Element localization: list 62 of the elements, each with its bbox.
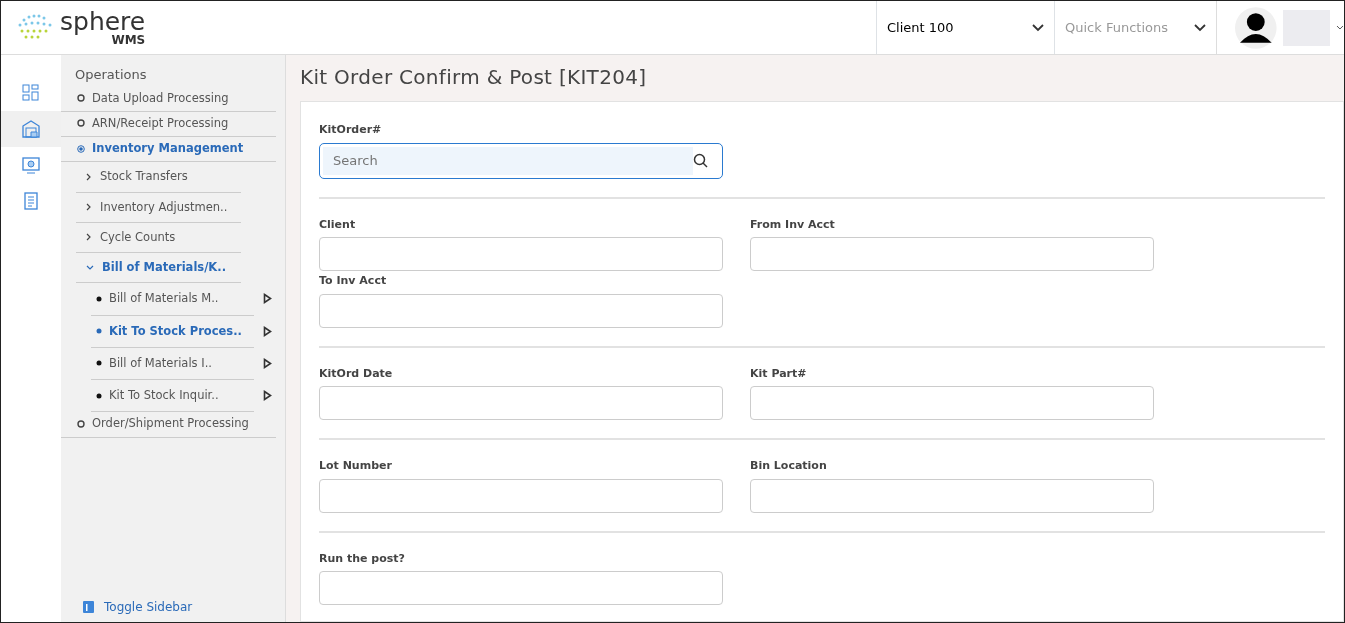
field-label: Bin Location	[750, 458, 828, 474]
radio-dot-icon	[77, 144, 85, 153]
warehouse-icon	[21, 119, 41, 139]
field-label: Kit Part#	[750, 365, 808, 382]
sidebar-subitem[interactable]: Bill of Materials I..	[91, 347, 254, 380]
field-label: From Inv Acct	[750, 216, 836, 233]
sidebar-heading: Operations	[74, 66, 148, 84]
sidebar-subitem[interactable]: Kit To Stock Proces..	[91, 315, 254, 348]
field-label: Lot Number	[319, 458, 393, 474]
input-field[interactable]	[319, 478, 723, 513]
input-field[interactable]	[319, 571, 723, 605]
chevron-down-icon	[1194, 23, 1206, 32]
chevron-right-icon	[86, 233, 92, 242]
clipboard-icon	[21, 191, 41, 211]
toggle-sidebar-link[interactable]: Toggle Sidebar	[83, 598, 285, 616]
logo-subtext: WMS	[111, 34, 146, 46]
chevron-down-icon	[1032, 23, 1044, 32]
sidebar-subitem[interactable]: Inventory Adjustmen..	[76, 192, 241, 223]
bullet-icon	[96, 392, 102, 399]
input-field[interactable]	[319, 237, 723, 271]
avatar-icon[interactable]	[1235, 6, 1277, 49]
sidebar-subitem[interactable]: Cycle Counts	[76, 222, 241, 253]
sidebar-item[interactable]: Order/Shipment Processing	[61, 412, 276, 438]
field-label: KitOrder#	[319, 122, 383, 138]
play-icon	[263, 325, 272, 337]
ring-icon	[77, 419, 85, 428]
chevron-down-icon	[86, 264, 94, 271]
play-icon	[263, 390, 272, 402]
input-field[interactable]	[319, 293, 723, 328]
logo-text: sphere	[60, 9, 146, 34]
input-field[interactable]	[750, 478, 1154, 513]
bullet-icon	[96, 360, 102, 367]
play-icon	[263, 293, 272, 305]
sidebar-toggle-icon	[83, 601, 94, 613]
rail-button[interactable]	[1, 111, 61, 147]
sidebar-item[interactable]: Inventory Management	[61, 137, 276, 163]
input-field[interactable]	[750, 386, 1154, 420]
sidebar-item[interactable]: Data Upload Processing	[61, 86, 276, 112]
chevron-right-icon	[86, 172, 92, 181]
sidebar-subitem[interactable]: Bill of Materials M..	[91, 283, 254, 316]
caret-icon[interactable]	[1336, 24, 1344, 31]
field-label: KitOrd Date	[319, 365, 394, 382]
input-field[interactable]	[750, 237, 1154, 271]
search-field[interactable]: Search	[319, 142, 723, 179]
sidebar-subitem[interactable]: Kit To Stock Inquir..	[91, 380, 254, 413]
field-label: Client	[319, 216, 357, 233]
field-label: Run the post?	[319, 550, 406, 567]
monitor-icon	[21, 155, 41, 175]
sidebar-item[interactable]: ARN/Receipt Processing	[61, 111, 276, 137]
sidebar-subitem[interactable]: Bill of Materials/K..	[76, 253, 241, 284]
ring-icon	[77, 94, 85, 103]
sidebar-subitem[interactable]: Stock Transfers	[76, 162, 241, 193]
dashboard-icon	[21, 83, 41, 103]
search-icon[interactable]	[693, 153, 708, 168]
bullet-icon	[96, 295, 102, 302]
page-title: Kit Order Confirm & Post [KIT204]	[300, 65, 648, 89]
chevron-right-icon	[86, 203, 92, 212]
ring-icon	[77, 119, 85, 128]
bullet-icon	[96, 328, 102, 335]
field-label: To Inv Acct	[319, 273, 388, 289]
input-field[interactable]	[319, 386, 723, 420]
play-icon	[263, 357, 272, 369]
